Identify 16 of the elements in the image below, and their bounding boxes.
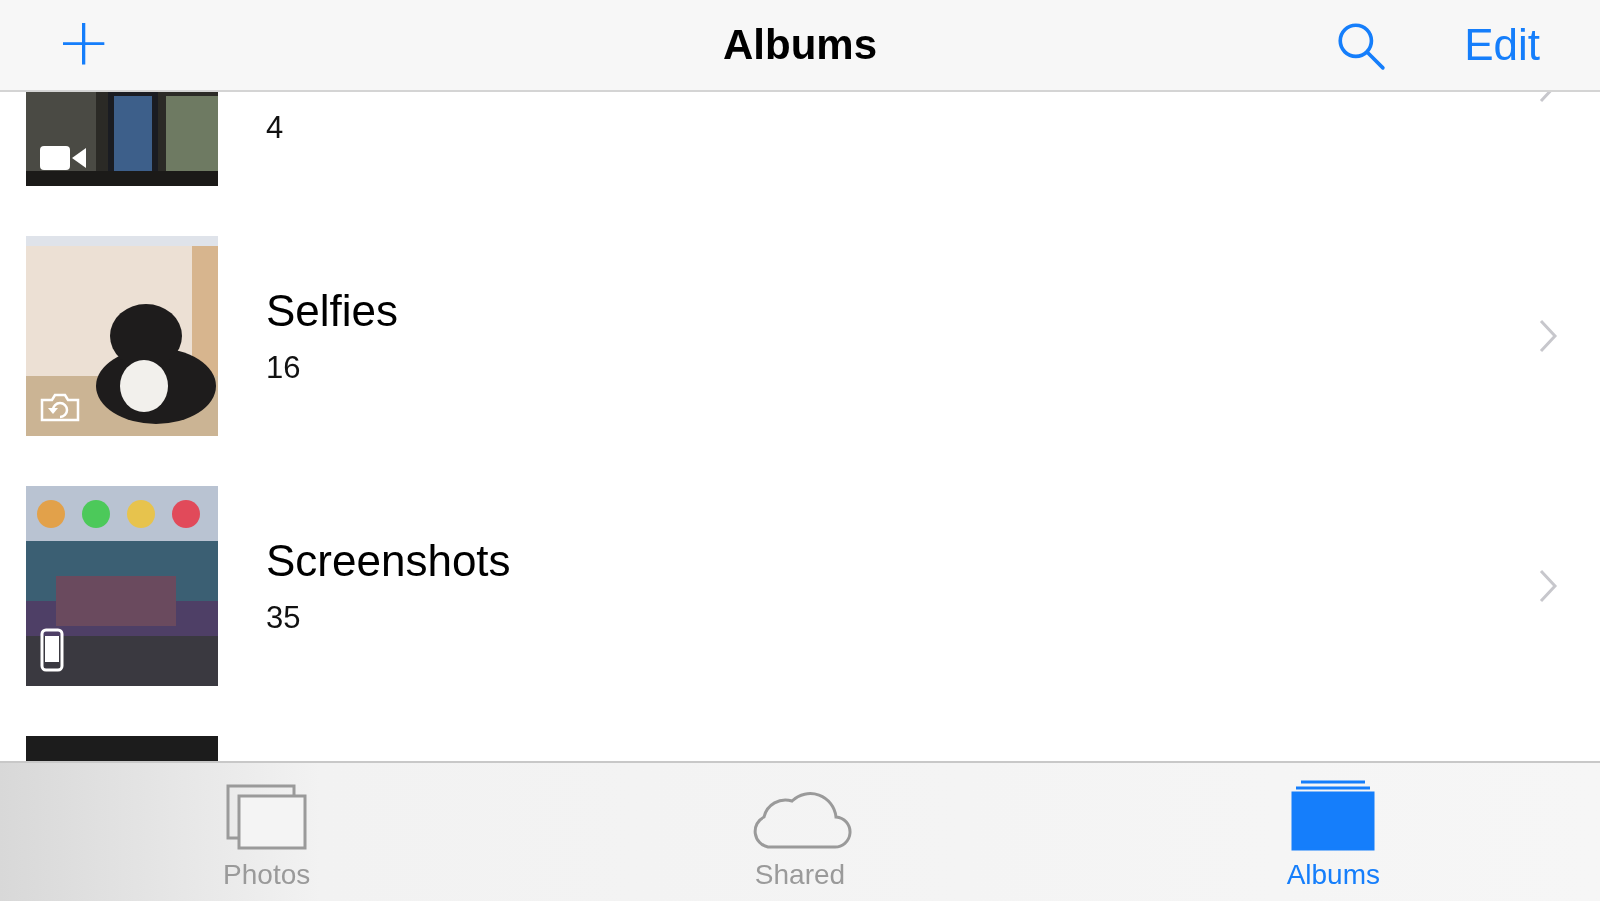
screen-title: Albums <box>723 21 877 69</box>
add-button[interactable]: + <box>50 9 118 81</box>
tab[interactable]: Photos <box>0 763 534 901</box>
photo-count: 4 <box>266 110 285 146</box>
photo-count: 35 <box>266 600 302 636</box>
album-name: Screenshots <box>266 536 512 586</box>
edit-button[interactable]: Edit <box>1464 20 1540 70</box>
video-camera-icon <box>40 144 86 172</box>
album-name: Selfies <box>266 286 400 336</box>
albums-icon <box>1291 779 1376 851</box>
tab[interactable]: Albums <box>1066 763 1600 901</box>
photos-icon <box>224 783 309 851</box>
tab[interactable]: Shared <box>533 763 1067 901</box>
camera-rotate-icon <box>40 392 80 422</box>
photo-count: 16 <box>266 350 302 386</box>
phone-icon <box>40 628 64 672</box>
